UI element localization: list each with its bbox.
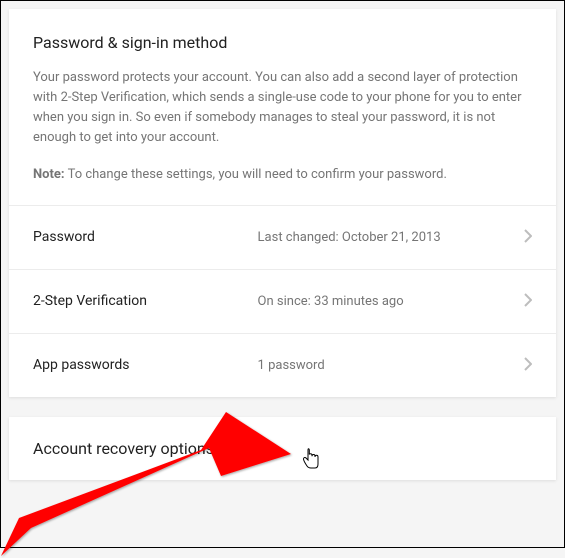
card-header: Password & sign-in method Your password … [9,9,556,205]
two-step-label: 2-Step Verification [33,293,258,309]
two-step-row[interactable]: 2-Step Verification On since: 33 minutes… [9,269,556,333]
note-label: Note: [33,167,65,182]
password-status: Last changed: October 21, 2013 [258,230,524,245]
section-note: Note: To change these settings, you will… [33,165,532,185]
chevron-right-icon [524,292,532,311]
recovery-card: Account recovery options [9,417,556,480]
section-title: Password & sign-in method [33,33,532,52]
app-passwords-label: App passwords [33,357,258,373]
password-row[interactable]: Password Last changed: October 21, 2013 [9,205,556,269]
app-passwords-status: 1 password [258,358,524,373]
chevron-right-icon [524,356,532,375]
recovery-title: Account recovery options [33,439,214,458]
app-passwords-row[interactable]: App passwords 1 password [9,333,556,397]
chevron-right-icon [524,228,532,247]
signin-card: Password & sign-in method Your password … [9,9,556,397]
section-description: Your password protects your account. You… [33,68,532,149]
password-label: Password [33,229,258,245]
note-text: To change these settings, you will need … [65,167,447,182]
two-step-status: On since: 33 minutes ago [258,294,524,309]
